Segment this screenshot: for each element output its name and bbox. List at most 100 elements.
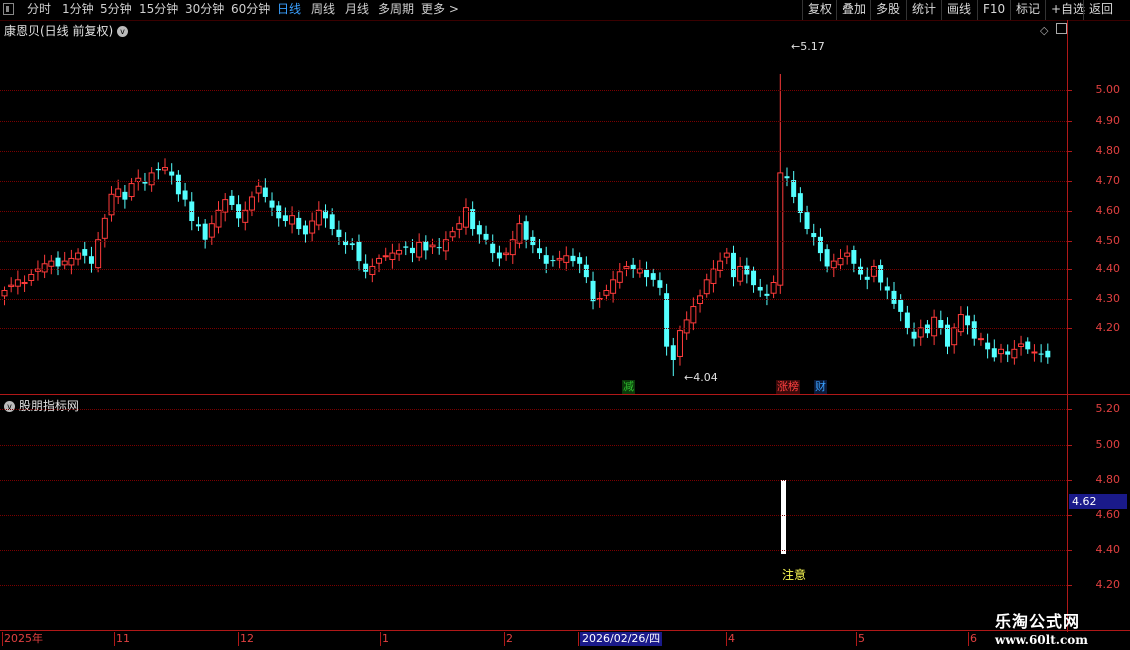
candle-body — [329, 214, 335, 230]
indicator-tick-label: 4.40 — [1095, 543, 1121, 556]
indicator-tick-label: 4.20 — [1095, 578, 1121, 591]
date-label: 4 — [728, 632, 735, 645]
candle-body — [891, 290, 897, 304]
candle-body — [870, 265, 877, 277]
price-tick-label: 4.30 — [1095, 292, 1121, 305]
toolbar-action-5[interactable]: F10 — [977, 0, 1011, 20]
price-tick-label: 4.60 — [1095, 204, 1121, 217]
candle-body — [289, 215, 296, 225]
candle-body — [710, 268, 717, 284]
candle-body — [744, 265, 750, 275]
date-label: 2026/02/26/四 — [580, 632, 663, 646]
candle-body — [496, 252, 502, 259]
candle-body — [82, 249, 88, 256]
candle-body — [770, 281, 777, 294]
candle-body — [751, 270, 757, 286]
price-tick-label: 4.70 — [1095, 174, 1121, 187]
candle-body — [169, 171, 175, 176]
candle-body — [255, 185, 262, 194]
candle-body — [21, 281, 28, 285]
toolbar-action-1[interactable]: 叠加 — [836, 0, 872, 20]
candle-body — [878, 265, 884, 283]
period-tab-6[interactable]: 日线 — [277, 0, 301, 20]
candle-body — [837, 257, 844, 266]
price-gridline — [0, 90, 1067, 91]
candle-body — [1025, 341, 1031, 350]
event-marker-2[interactable]: 财 — [814, 380, 827, 394]
candle-body — [817, 236, 823, 254]
candle-body — [864, 276, 870, 280]
date-tick — [726, 632, 727, 646]
date-tick — [968, 632, 969, 646]
candle-body — [1018, 343, 1025, 347]
toolbar-action-2[interactable]: 多股 — [870, 0, 906, 20]
date-tick — [2, 632, 3, 646]
indicator-tick-label: 5.00 — [1095, 438, 1121, 451]
candle-body — [543, 255, 549, 264]
toolbar-action-8[interactable]: 返回 — [1083, 0, 1119, 20]
event-marker-1[interactable]: 涨榜 — [776, 380, 800, 394]
candle-body — [664, 293, 670, 347]
period-tab-8[interactable]: 月线 — [345, 0, 369, 20]
period-tab-5[interactable]: 60分钟 — [231, 0, 270, 20]
candle-body — [650, 273, 656, 280]
candle-body — [556, 257, 563, 261]
candle-body — [550, 260, 556, 262]
period-toolbar: 分时 1分钟 5分钟 15分钟 30分钟 60分钟 日线 周线 月线 多周期 更多 > 复权 叠加 多股… — [0, 0, 1130, 21]
candle-body — [349, 243, 355, 246]
candle-body — [676, 330, 683, 357]
price-gridline — [0, 121, 1067, 122]
candle-body — [957, 314, 964, 333]
period-tab-7[interactable]: 周线 — [311, 0, 335, 20]
indicator-tick-label: 4.60 — [1095, 508, 1121, 521]
period-tab-4[interactable]: 30分钟 — [185, 0, 224, 20]
toolbar-action-6[interactable]: 标记 — [1010, 0, 1046, 20]
date-tick — [578, 632, 579, 646]
toolbar-action-3[interactable]: 统计 — [906, 0, 942, 20]
candle-body — [616, 271, 623, 283]
price-gridline — [0, 299, 1067, 300]
period-tab-3[interactable]: 15分钟 — [139, 0, 178, 20]
candle-body — [804, 212, 810, 230]
price-tick-label: 4.40 — [1095, 262, 1121, 275]
layout-toggle-icon[interactable] — [3, 3, 14, 15]
toolbar-action-4[interactable]: 画线 — [941, 0, 977, 20]
indicator-tick-label: 5.20 — [1095, 402, 1121, 415]
candle-body — [195, 224, 201, 227]
toolbar-action-0[interactable]: 复权 — [802, 0, 838, 20]
event-marker-0[interactable]: 减 — [622, 380, 635, 394]
period-tab-1[interactable]: 1分钟 — [62, 0, 94, 20]
date-tick — [380, 632, 381, 646]
price-tick-label: 4.20 — [1095, 321, 1121, 334]
candle-body — [363, 263, 369, 272]
price-tick — [1067, 299, 1072, 300]
indicator-tick — [1067, 445, 1072, 446]
candle-body — [884, 286, 890, 291]
period-tab-2[interactable]: 5分钟 — [100, 0, 132, 20]
warning-label: 注意 — [782, 568, 807, 582]
candle-body — [757, 286, 763, 291]
candle-body — [965, 315, 971, 326]
candle-body — [155, 168, 161, 171]
candle-body — [456, 223, 463, 230]
candle-body — [490, 243, 496, 254]
candle-body — [730, 252, 736, 278]
period-tab-0[interactable]: 分时 — [27, 0, 51, 20]
indicator-tick — [1067, 409, 1072, 410]
period-tab-10[interactable]: 更多 > — [421, 0, 459, 20]
price-gridline — [0, 211, 1067, 212]
candle-body — [603, 290, 610, 296]
candle-body — [1005, 351, 1011, 355]
indicator-tick — [1067, 515, 1072, 516]
candle-body — [336, 229, 342, 238]
price-tick-label: 4.90 — [1095, 114, 1121, 127]
candle-body — [563, 255, 570, 263]
candle-body — [142, 181, 148, 184]
price-gridline — [0, 151, 1067, 152]
y-axis-border — [1067, 20, 1068, 632]
candle-body — [931, 316, 938, 337]
price-chart[interactable]: ←5.17 ←4.04 — [0, 20, 1067, 632]
date-label: 5 — [858, 632, 865, 645]
candle-body — [938, 320, 944, 328]
period-tab-9[interactable]: 多周期 — [378, 0, 414, 20]
